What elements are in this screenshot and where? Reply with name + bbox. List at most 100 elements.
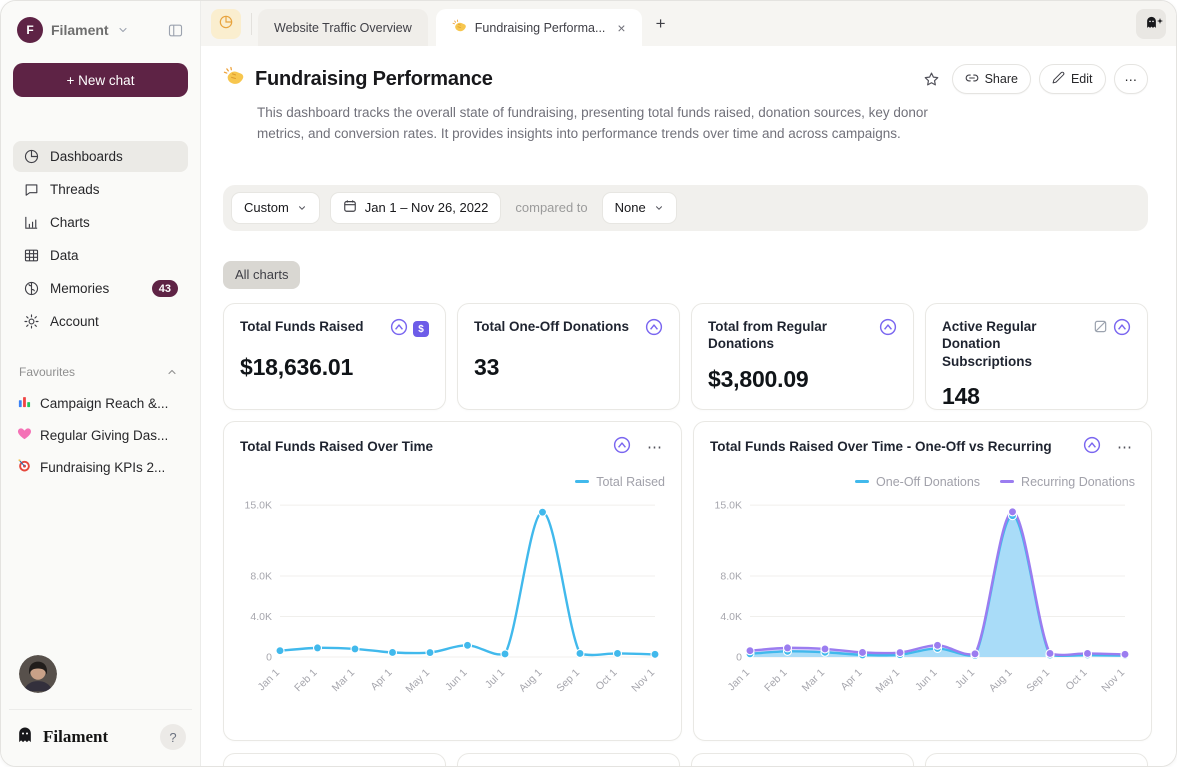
kpi-card-regular-donations: Total from Regular Donations $3,800.09	[691, 303, 914, 410]
svg-text:Jan 1: Jan 1	[725, 666, 752, 693]
help-button[interactable]: ?	[160, 724, 186, 750]
chevron-up-icon	[166, 366, 178, 378]
favourites-header[interactable]: Favourites	[13, 365, 188, 379]
pencil-icon	[1052, 71, 1065, 87]
page-header: Fundraising Performance Share	[223, 64, 1148, 94]
dashboards-home-button[interactable]	[211, 9, 241, 39]
sidebar-item-charts[interactable]: Charts	[13, 207, 188, 238]
sidebar-footer: Filament ?	[13, 724, 188, 750]
svg-text:Jul 1: Jul 1	[953, 666, 977, 690]
range-type-select[interactable]: Custom	[231, 192, 320, 224]
tab-label: Website Traffic Overview	[274, 21, 412, 35]
sidebar-item-dashboards[interactable]: Dashboards	[13, 141, 188, 172]
favourite-item-label: Campaign Reach &...	[40, 396, 168, 411]
favourite-item-regular-giving[interactable]: Regular Giving Das...	[13, 421, 188, 449]
user-avatar[interactable]	[19, 655, 57, 693]
sidebar-item-label: Dashboards	[50, 149, 123, 164]
no-preview-icon	[1093, 319, 1108, 339]
svg-text:8.0K: 8.0K	[720, 570, 742, 582]
app-window: F Filament + New chat Dashboards	[0, 0, 1177, 767]
pie-chart-icon	[23, 148, 40, 165]
svg-text:Apr 1: Apr 1	[838, 666, 864, 692]
kpi-card-ticket-sales: Total from Ticket Sales	[223, 753, 446, 766]
insight-icon	[1113, 318, 1131, 341]
brain-icon	[23, 280, 40, 297]
kpi-card-form-conversion: Donation Form Conversion	[457, 753, 680, 766]
assistant-ghost-button[interactable]	[1136, 9, 1166, 39]
compared-to-label: compared to	[511, 200, 591, 215]
collapse-sidebar-icon[interactable]	[167, 22, 184, 39]
new-chat-button[interactable]: + New chat	[13, 63, 188, 97]
sidebar-item-threads[interactable]: Threads	[13, 174, 188, 205]
chevron-down-icon[interactable]	[117, 24, 129, 36]
kpi-card-one-off-donations: Total One-Off Donations 33	[457, 303, 680, 410]
share-button[interactable]: Share	[952, 64, 1031, 94]
tab-label: Fundraising Performa...	[475, 21, 606, 35]
sparkle-icon	[1157, 12, 1163, 27]
insight-icon	[645, 318, 663, 341]
clap-emoji	[223, 66, 245, 93]
chart-title: Total Funds Raised Over Time	[240, 438, 599, 456]
insight-icon	[1083, 436, 1101, 459]
table-icon	[23, 247, 40, 264]
svg-text:May 1: May 1	[403, 666, 432, 695]
date-range-picker[interactable]: Jan 1 – Nov 26, 2022	[330, 192, 502, 224]
tab-bar: Website Traffic Overview Fundraising Per…	[201, 1, 1176, 46]
svg-text:Apr 1: Apr 1	[368, 666, 394, 692]
chart-legend: One-Off Donations Recurring Donations	[710, 475, 1135, 489]
new-tab-button[interactable]: +	[642, 10, 680, 38]
heart-emoji	[17, 426, 32, 444]
sidebar-item-memories[interactable]: Memories 43	[13, 273, 188, 304]
kpi-card-tickets-sold: Number of Tickets Sold	[691, 753, 914, 766]
tab-website-traffic[interactable]: Website Traffic Overview	[258, 9, 428, 46]
edit-button[interactable]: Edit	[1039, 64, 1106, 94]
chart-more-button[interactable]: ⋯	[1115, 438, 1135, 457]
kpi-value: $18,636.01	[240, 354, 429, 381]
svg-text:0: 0	[736, 651, 742, 663]
tab-fundraising-performance[interactable]: Fundraising Performa... ×	[436, 9, 642, 46]
workspace-header: F Filament	[13, 17, 188, 43]
svg-text:Mar 1: Mar 1	[800, 666, 828, 694]
svg-text:15.0K: 15.0K	[245, 499, 272, 511]
svg-text:15.0K: 15.0K	[715, 499, 742, 511]
kpi-value: 148	[942, 383, 1131, 410]
svg-text:Jun 1: Jun 1	[913, 666, 940, 693]
bar-chart-icon	[23, 214, 40, 231]
workspace-name: Filament	[51, 22, 109, 38]
tab-divider	[251, 13, 252, 35]
svg-text:Jul 1: Jul 1	[483, 666, 507, 690]
kpi-value: 33	[474, 354, 663, 381]
star-icon[interactable]	[919, 67, 944, 92]
filter-bar: Custom Jan 1 – Nov 26, 2022 compared to …	[223, 185, 1148, 231]
sidebar-nav: Dashboards Threads Charts Data	[13, 141, 188, 337]
more-button[interactable]: ⋯	[1114, 64, 1149, 94]
comparison-select[interactable]: None	[602, 192, 677, 224]
area-chart-oneoff-vs-recurring: 04.0K8.0K15.0KJan 1Feb 1Mar 1Apr 1May 1J…	[710, 489, 1135, 717]
favourite-item-campaign-reach[interactable]: Campaign Reach &...	[13, 389, 188, 417]
favourites-label: Favourites	[19, 365, 75, 379]
pie-chart-icon	[218, 14, 234, 33]
svg-text:Mar 1: Mar 1	[330, 666, 358, 694]
svg-text:4.0K: 4.0K	[720, 611, 742, 623]
favourite-item-fundraising-kpis[interactable]: Fundraising KPIs 2...	[13, 453, 188, 481]
chart-legend: Total Raised	[240, 475, 665, 489]
page-title: Fundraising Performance	[255, 68, 493, 91]
filament-logo: F	[17, 17, 43, 43]
sidebar-item-account[interactable]: Account	[13, 306, 188, 337]
close-icon[interactable]: ×	[613, 21, 625, 35]
svg-text:May 1: May 1	[873, 666, 902, 695]
legend-label: One-Off Donations	[876, 475, 980, 489]
sidebar-item-label: Data	[50, 248, 79, 263]
sidebar-item-data[interactable]: Data	[13, 240, 188, 271]
calendar-icon	[343, 199, 357, 216]
gear-icon	[23, 313, 40, 330]
chart-row: Total Funds Raised Over Time ⋯ Total Rai…	[223, 421, 1148, 741]
legend-dash	[1000, 480, 1014, 483]
dashboard-content: Fundraising Performance Share	[201, 46, 1176, 766]
chart-more-button[interactable]: ⋯	[645, 438, 665, 457]
all-charts-chip[interactable]: All charts	[223, 261, 300, 289]
svg-text:8.0K: 8.0K	[250, 570, 272, 582]
header-actions: Share Edit ⋯	[919, 64, 1148, 94]
kpi-card-avg-donation-size: Avg Donation Size (All	[925, 753, 1148, 766]
svg-text:Feb 1: Feb 1	[292, 666, 320, 694]
